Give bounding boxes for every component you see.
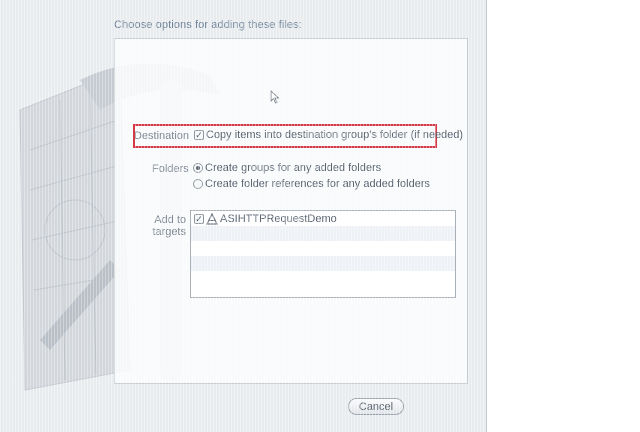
copy-items-checkbox[interactable]: ✓ <box>194 130 204 140</box>
add-to-targets-label: Add to targets <box>152 214 186 238</box>
target-name: ASIHTTPRequestDemo <box>220 213 337 225</box>
list-item <box>191 241 455 256</box>
create-folder-references-label[interactable]: Create folder references for any added f… <box>205 178 430 190</box>
target-checkbox[interactable]: ✓ <box>194 214 204 224</box>
application-target-icon <box>206 213 218 225</box>
folders-label: Folders <box>152 163 189 175</box>
create-folder-references-radio[interactable] <box>193 179 203 189</box>
list-item <box>191 271 455 286</box>
mouse-pointer-icon <box>270 90 280 104</box>
list-item <box>191 226 455 241</box>
list-item <box>191 256 455 271</box>
copy-items-label[interactable]: Copy items into destination group's fold… <box>206 129 463 141</box>
create-groups-radio[interactable] <box>193 163 203 173</box>
add-files-sheet: Choose options for adding these files: D… <box>0 0 487 432</box>
cancel-button[interactable]: Cancel <box>348 398 404 415</box>
dialog-heading: Choose options for adding these files: <box>114 19 302 31</box>
create-groups-label[interactable]: Create groups for any added folders <box>205 162 381 174</box>
